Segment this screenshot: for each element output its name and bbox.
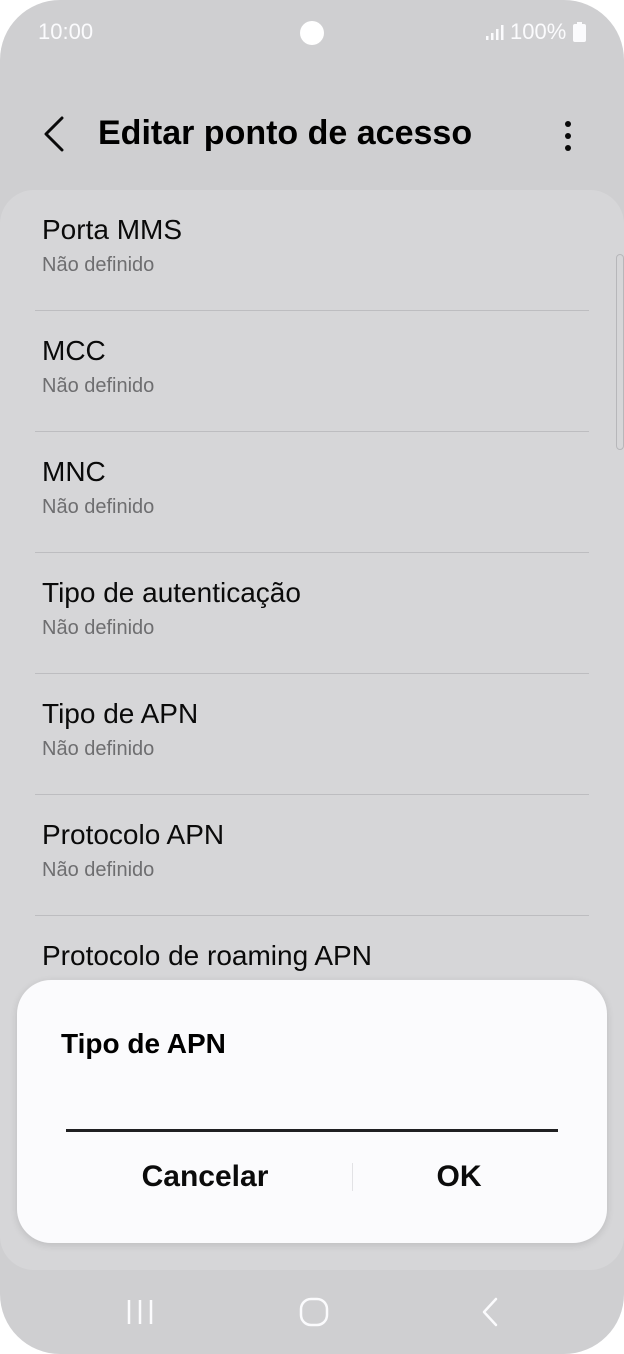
ok-button[interactable]: OK	[319, 1146, 599, 1208]
apn-type-input[interactable]	[66, 1092, 558, 1132]
more-options-button[interactable]	[548, 112, 588, 160]
setting-item-porta-mms[interactable]: Porta MMS Não definido	[0, 190, 624, 311]
setting-item-protocolo-apn[interactable]: Protocolo APN Não definido	[0, 795, 624, 916]
setting-value: Não definido	[42, 738, 155, 760]
setting-value: Não definido	[42, 617, 155, 639]
camera-dot	[300, 21, 324, 45]
cancel-button[interactable]: Cancelar	[65, 1146, 345, 1208]
setting-title: Porta MMS	[42, 214, 183, 245]
setting-value: Não definido	[42, 375, 155, 397]
signal-icon	[486, 25, 504, 40]
home-icon[interactable]	[298, 1296, 330, 1328]
setting-item-mnc[interactable]: MNC Não definido	[0, 432, 624, 553]
scrollbar[interactable]	[616, 254, 624, 450]
status-time: 10:00	[38, 19, 94, 44]
setting-item-tipo-autenticacao[interactable]: Tipo de autenticação Não definido	[0, 553, 624, 674]
dialog-buttons: Cancelar OK	[17, 1146, 607, 1208]
navigation-bar	[0, 1270, 624, 1354]
battery-percentage: 100%	[510, 19, 567, 44]
more-vertical-icon	[565, 121, 571, 151]
setting-title: Tipo de APN	[42, 698, 199, 729]
setting-title: Protocolo de roaming APN	[42, 940, 372, 971]
back-button[interactable]	[34, 110, 74, 158]
app-header: Editar ponto de acesso	[0, 96, 624, 176]
setting-value: Não definido	[42, 496, 155, 518]
setting-title: Protocolo APN	[42, 819, 225, 850]
setting-value: Não definido	[42, 254, 155, 276]
setting-title: Tipo de autenticação	[42, 577, 301, 608]
page-title: Editar ponto de acesso	[98, 114, 473, 152]
setting-item-mcc[interactable]: MCC Não definido	[0, 311, 624, 432]
phone-screen: 10:00 100% Editar ponto de acesso Porta …	[0, 0, 624, 1354]
battery-icon	[573, 22, 586, 42]
chevron-left-icon	[44, 116, 64, 152]
apn-type-dialog: Tipo de APN Cancelar OK	[17, 980, 607, 1243]
dialog-title: Tipo de APN	[61, 1028, 226, 1059]
status-bar: 10:00 100%	[0, 0, 624, 66]
recents-icon[interactable]	[124, 1298, 156, 1326]
setting-title: MCC	[42, 335, 106, 366]
setting-title: MNC	[42, 456, 106, 487]
setting-item-tipo-apn[interactable]: Tipo de APN Não definido	[0, 674, 624, 795]
back-icon[interactable]	[476, 1296, 504, 1328]
setting-value: Não definido	[42, 859, 155, 881]
